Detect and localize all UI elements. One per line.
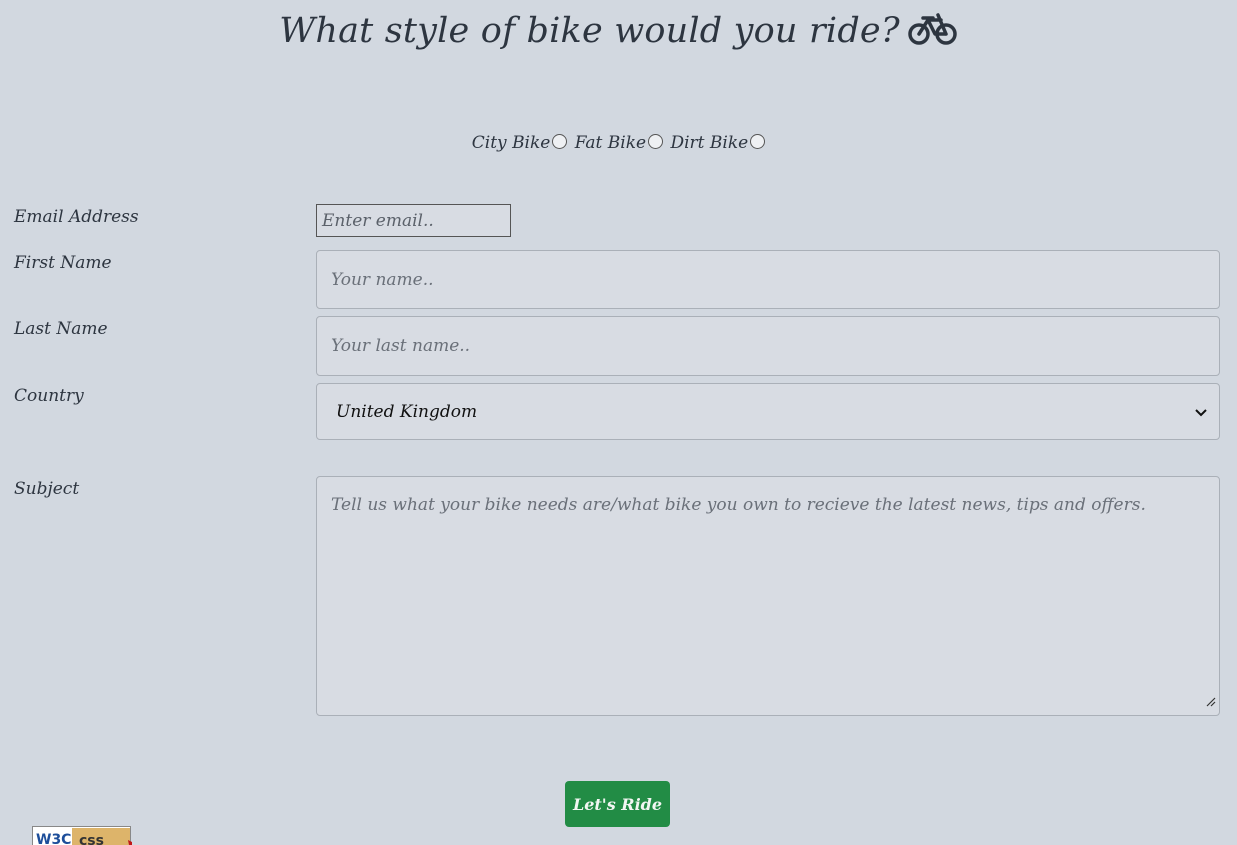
country-selected-value: United Kingdom [336,401,478,422]
radio-button[interactable] [750,134,766,149]
w3c-css-badge[interactable]: W3C css [32,826,132,845]
radio-label: Fat Bike [574,133,647,153]
radio-button[interactable] [648,134,664,149]
page-title-text: What style of bike would you ride? [279,11,900,51]
resize-handle-icon[interactable] [1206,692,1216,712]
subject-textarea[interactable]: Tell us what your bike needs are/what bi… [316,476,1220,716]
radio-option-city-bike[interactable]: City Bike [472,133,568,153]
country-label: Country [14,386,84,406]
country-select[interactable]: United Kingdom [316,383,1220,440]
subject-label: Subject [14,479,80,499]
chevron-down-icon [1195,402,1207,422]
last-name-label: Last Name [14,319,108,339]
svg-text:css: css [79,833,104,845]
bike-style-options: City Bike Fat Bike Dirt Bike [0,133,1237,153]
first-name-label: First Name [14,253,112,273]
radio-button[interactable] [552,134,568,149]
svg-text:W3C: W3C [36,832,71,845]
email-label: Email Address [14,207,139,227]
page-title: What style of bike would you ride? [0,10,1237,55]
first-name-field[interactable]: Your name.. [316,250,1220,309]
page: What style of bike would you ride? City … [0,0,1237,845]
radio-label: Dirt Bike [670,133,749,153]
bicycle-icon [908,10,958,55]
last-name-field[interactable]: Your last name.. [316,316,1220,376]
radio-option-dirt-bike[interactable]: Dirt Bike [670,133,766,153]
radio-option-fat-bike[interactable]: Fat Bike [574,133,664,153]
submit-button[interactable]: Let's Ride [565,781,670,827]
radio-label: City Bike [471,133,551,153]
subject-placeholder: Tell us what your bike needs are/what bi… [331,495,1146,515]
email-field[interactable]: Enter email.. [316,204,511,237]
